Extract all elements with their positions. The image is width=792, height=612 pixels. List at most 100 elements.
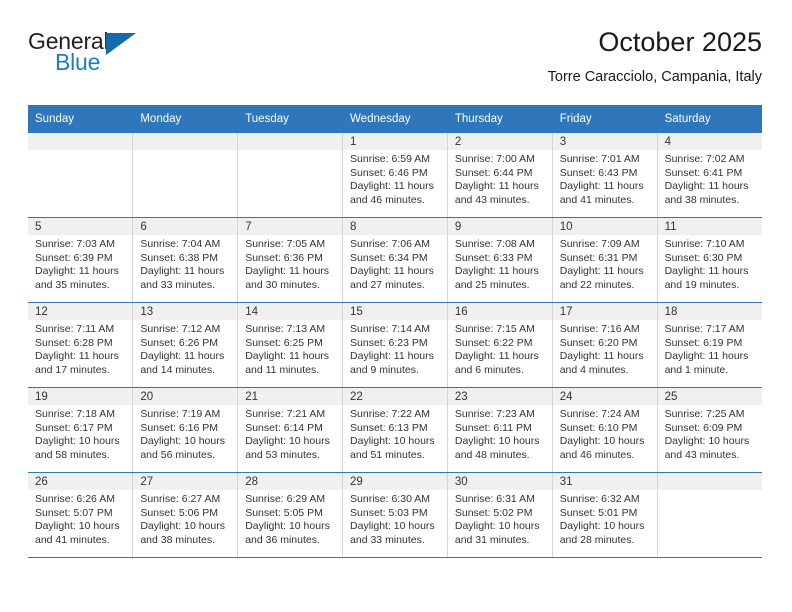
day-cell-content: 2 Sunrise: 7:00 AM Sunset: 6:44 PM Daylight… (447, 133, 552, 217)
calendar-day-cell[interactable]: 23 Sunrise: 7:23 AM Sunset: 6:11 PM Dayligh… (447, 387, 553, 473)
calendar-day-cell[interactable]: 18 Sunrise: 7:17 AM Sunset: 6:19 PM Dayligh… (657, 302, 762, 388)
day-details: Sunrise: 7:14 AM Sunset: 6:23 PM Daylight:… (343, 320, 447, 377)
calendar-day-cell[interactable]: 10 Sunrise: 7:09 AM Sunset: 6:31 PM Dayligh… (552, 217, 658, 303)
calendar-day-cell-empty (132, 133, 239, 218)
day-cell-content: 14 Sunrise: 7:13 AM Sunset: 6:25 PM Dayligh… (238, 303, 343, 387)
calendar-table: Sunday Monday Tuesday Wednesday Thursday Frid… (28, 105, 762, 558)
calendar-day-cell[interactable]: 16 Sunrise: 7:15 AM Sunset: 6:22 PM Dayligh… (447, 302, 553, 388)
calendar-day-cell[interactable]: 15 Sunrise: 7:14 AM Sunset: 6:23 PM Dayligh… (342, 302, 448, 388)
calendar-day-cell[interactable]: 3 Sunrise: 7:01 AM Sunset: 6:43 PM Daylight… (552, 133, 658, 218)
sunrise-text: Sunrise: 6:27 AM (140, 493, 221, 505)
page-subtitle: Torre Caracciolo, Campania, Italy (547, 69, 762, 85)
calendar-day-cell[interactable]: 22 Sunrise: 7:22 AM Sunset: 6:13 PM Dayligh… (342, 387, 448, 473)
sunrise-text: Sunrise: 6:29 AM (245, 493, 326, 505)
daylight-text-line1: Daylight: 11 hours (35, 350, 119, 363)
day-details: Sunrise: 7:13 AM Sunset: 6:25 PM Daylight:… (238, 320, 342, 377)
weekday-header-thursday: Thursday (447, 105, 553, 133)
sunset-text: Sunset: 6:46 PM (350, 166, 428, 179)
triangle-logo-icon (106, 33, 136, 55)
day-details: Sunrise: 6:31 AM Sunset: 5:02 PM Daylight:… (448, 490, 552, 547)
sunset-text: Sunset: 6:19 PM (664, 336, 743, 349)
day-cell-content: 10 Sunrise: 7:09 AM Sunset: 6:31 PM Dayligh… (552, 218, 657, 302)
day-number: 4 (657, 133, 762, 150)
weekday-header-saturday: Saturday (657, 105, 762, 133)
day-cell-content (28, 133, 133, 217)
generalblue-logo[interactable]: General Blue (28, 26, 158, 84)
calendar-day-cell[interactable]: 21 Sunrise: 7:21 AM Sunset: 6:14 PM Dayligh… (237, 387, 344, 473)
sunrise-text: Sunrise: 7:03 AM (35, 238, 115, 250)
daylight-text-line2: and 46 minutes. (350, 193, 425, 206)
day-number (657, 473, 762, 490)
calendar-day-cell[interactable]: 6 Sunrise: 7:04 AM Sunset: 6:38 PM Daylight… (132, 217, 239, 303)
calendar-day-cell[interactable]: 19 Sunrise: 7:18 AM Sunset: 6:17 PM Dayligh… (28, 387, 134, 473)
calendar-day-cell[interactable]: 13 Sunrise: 7:12 AM Sunset: 6:26 PM Dayligh… (132, 302, 239, 388)
daylight-text-line1: Daylight: 11 hours (350, 265, 434, 278)
day-number: 21 (238, 388, 343, 405)
day-cell-content: 18 Sunrise: 7:17 AM Sunset: 6:19 PM Dayligh… (657, 303, 762, 387)
sunset-text: Sunset: 6:31 PM (559, 251, 638, 264)
sunset-text: Sunset: 6:30 PM (664, 251, 743, 264)
calendar-day-cell[interactable]: 25 Sunrise: 7:25 AM Sunset: 6:09 PM Dayligh… (657, 387, 762, 473)
calendar-day-cell[interactable]: 17 Sunrise: 7:16 AM Sunset: 6:20 PM Dayligh… (552, 302, 658, 388)
weekday-header-friday: Friday (552, 105, 658, 133)
sunrise-text: Sunrise: 7:15 AM (454, 323, 535, 335)
calendar-day-cell[interactable]: 26 Sunrise: 6:26 AM Sunset: 5:07 PM Dayligh… (28, 472, 134, 558)
calendar-day-cell[interactable]: 24 Sunrise: 7:24 AM Sunset: 6:10 PM Dayligh… (552, 387, 658, 473)
weekday-header-row: Sunday Monday Tuesday Wednesday Thursday Frid… (28, 105, 762, 133)
daylight-text-line1: Daylight: 11 hours (664, 180, 749, 193)
daylight-text-line1: Daylight: 10 hours (35, 520, 120, 533)
day-cell-content: 16 Sunrise: 7:15 AM Sunset: 6:22 PM Dayligh… (447, 303, 552, 387)
sunset-text: Sunset: 6:23 PM (350, 336, 428, 349)
daylight-text-line1: Daylight: 11 hours (664, 350, 749, 363)
page-title: October 2025 (598, 27, 762, 57)
calendar-day-cell[interactable]: 2 Sunrise: 7:00 AM Sunset: 6:44 PM Daylight… (447, 133, 553, 218)
daylight-text-line1: Daylight: 10 hours (245, 520, 330, 533)
calendar-day-cell[interactable]: 28 Sunrise: 6:29 AM Sunset: 5:05 PM Dayligh… (237, 472, 344, 558)
day-number: 6 (133, 218, 238, 235)
sunset-text: Sunset: 6:41 PM (664, 166, 743, 179)
day-details: Sunrise: 7:23 AM Sunset: 6:11 PM Daylight:… (448, 405, 552, 462)
daylight-text-line1: Daylight: 10 hours (664, 435, 750, 448)
calendar-day-cell[interactable]: 29 Sunrise: 6:30 AM Sunset: 5:03 PM Dayligh… (342, 472, 448, 558)
calendar-day-cell[interactable]: 9 Sunrise: 7:08 AM Sunset: 6:33 PM Daylight… (447, 217, 553, 303)
daylight-text-line1: Daylight: 11 hours (35, 265, 119, 278)
calendar-day-cell[interactable]: 14 Sunrise: 7:13 AM Sunset: 6:25 PM Dayligh… (237, 302, 344, 388)
day-number: 24 (552, 388, 657, 405)
daylight-text-line1: Daylight: 10 hours (140, 435, 225, 448)
calendar-day-cell[interactable]: 11 Sunrise: 7:10 AM Sunset: 6:30 PM Dayligh… (657, 217, 762, 303)
sunrise-text: Sunrise: 7:24 AM (559, 408, 640, 420)
day-cell-content: 28 Sunrise: 6:29 AM Sunset: 5:05 PM Dayligh… (238, 473, 343, 557)
daylight-text-line2: and 58 minutes. (35, 448, 110, 461)
logo-text-blue: Blue (55, 49, 101, 75)
calendar-day-cell[interactable]: 30 Sunrise: 6:31 AM Sunset: 5:02 PM Dayligh… (447, 472, 553, 558)
calendar-day-cell[interactable]: 27 Sunrise: 6:27 AM Sunset: 5:06 PM Dayligh… (132, 472, 239, 558)
sunrise-text: Sunrise: 7:23 AM (454, 408, 535, 420)
calendar-day-cell[interactable]: 5 Sunrise: 7:03 AM Sunset: 6:39 PM Daylight… (28, 217, 134, 303)
day-details: Sunrise: 7:11 AM Sunset: 6:28 PM Daylight:… (28, 320, 132, 377)
day-number: 22 (343, 388, 447, 405)
calendar-week-row: 1 Sunrise: 6:59 AM Sunset: 6:46 PM Daylight… (28, 133, 762, 218)
day-cell-content: 31 Sunrise: 6:32 AM Sunset: 5:01 PM Dayligh… (552, 473, 657, 557)
weekday-header-sunday: Sunday (28, 105, 134, 133)
day-number: 14 (238, 303, 343, 320)
daylight-text-line2: and 41 minutes. (559, 193, 635, 206)
sunset-text: Sunset: 5:03 PM (350, 506, 428, 519)
calendar-day-cell[interactable]: 4 Sunrise: 7:02 AM Sunset: 6:41 PM Daylight… (657, 133, 762, 218)
sunrise-text: Sunrise: 7:19 AM (140, 408, 221, 420)
calendar-day-cell[interactable]: 12 Sunrise: 7:11 AM Sunset: 6:28 PM Dayligh… (28, 302, 134, 388)
sunrise-text: Sunrise: 7:04 AM (140, 238, 221, 250)
calendar-day-cell[interactable]: 31 Sunrise: 6:32 AM Sunset: 5:01 PM Dayligh… (552, 472, 658, 558)
day-number: 8 (343, 218, 447, 235)
daylight-text-line2: and 11 minutes. (245, 363, 320, 376)
day-details: Sunrise: 7:15 AM Sunset: 6:22 PM Daylight:… (448, 320, 552, 377)
calendar-day-cell[interactable]: 8 Sunrise: 7:06 AM Sunset: 6:34 PM Daylight… (342, 217, 448, 303)
calendar-day-cell[interactable]: 1 Sunrise: 6:59 AM Sunset: 6:46 PM Daylight… (342, 133, 448, 218)
day-number: 3 (552, 133, 657, 150)
sunrise-text: Sunrise: 6:32 AM (559, 493, 640, 505)
calendar-day-cell[interactable]: 20 Sunrise: 7:19 AM Sunset: 6:16 PM Dayligh… (132, 387, 239, 473)
sunrise-text: Sunrise: 7:11 AM (35, 323, 115, 335)
calendar-day-cell[interactable]: 7 Sunrise: 7:05 AM Sunset: 6:36 PM Daylight… (237, 217, 344, 303)
daylight-text-line2: and 9 minutes. (350, 363, 419, 376)
day-number (28, 133, 133, 150)
daylight-text-line1: Daylight: 11 hours (454, 265, 539, 278)
